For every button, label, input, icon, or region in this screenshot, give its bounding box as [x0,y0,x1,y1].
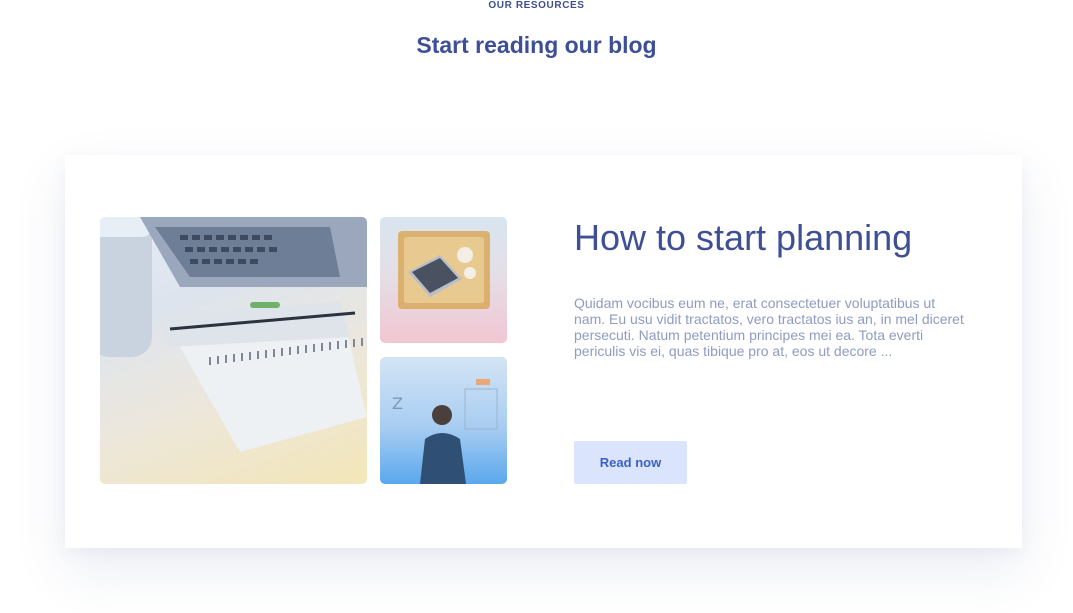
section-title: Start reading our blog [416,32,657,58]
blog-post-card: Z How to start planning Quidam vocibus e… [65,155,1022,548]
post-excerpt: Quidam vocibus eum ne, erat consectetuer… [574,295,964,359]
post-image-main[interactable] [100,217,367,484]
eyebrow-label: OUR RESOURCES [488,0,585,11]
post-title[interactable]: How to start planning [574,217,994,259]
read-now-button[interactable]: Read now [574,441,687,484]
post-image-top[interactable] [380,217,507,343]
post-image-bottom[interactable]: Z [380,357,507,484]
svg-text:Z: Z [392,394,403,413]
